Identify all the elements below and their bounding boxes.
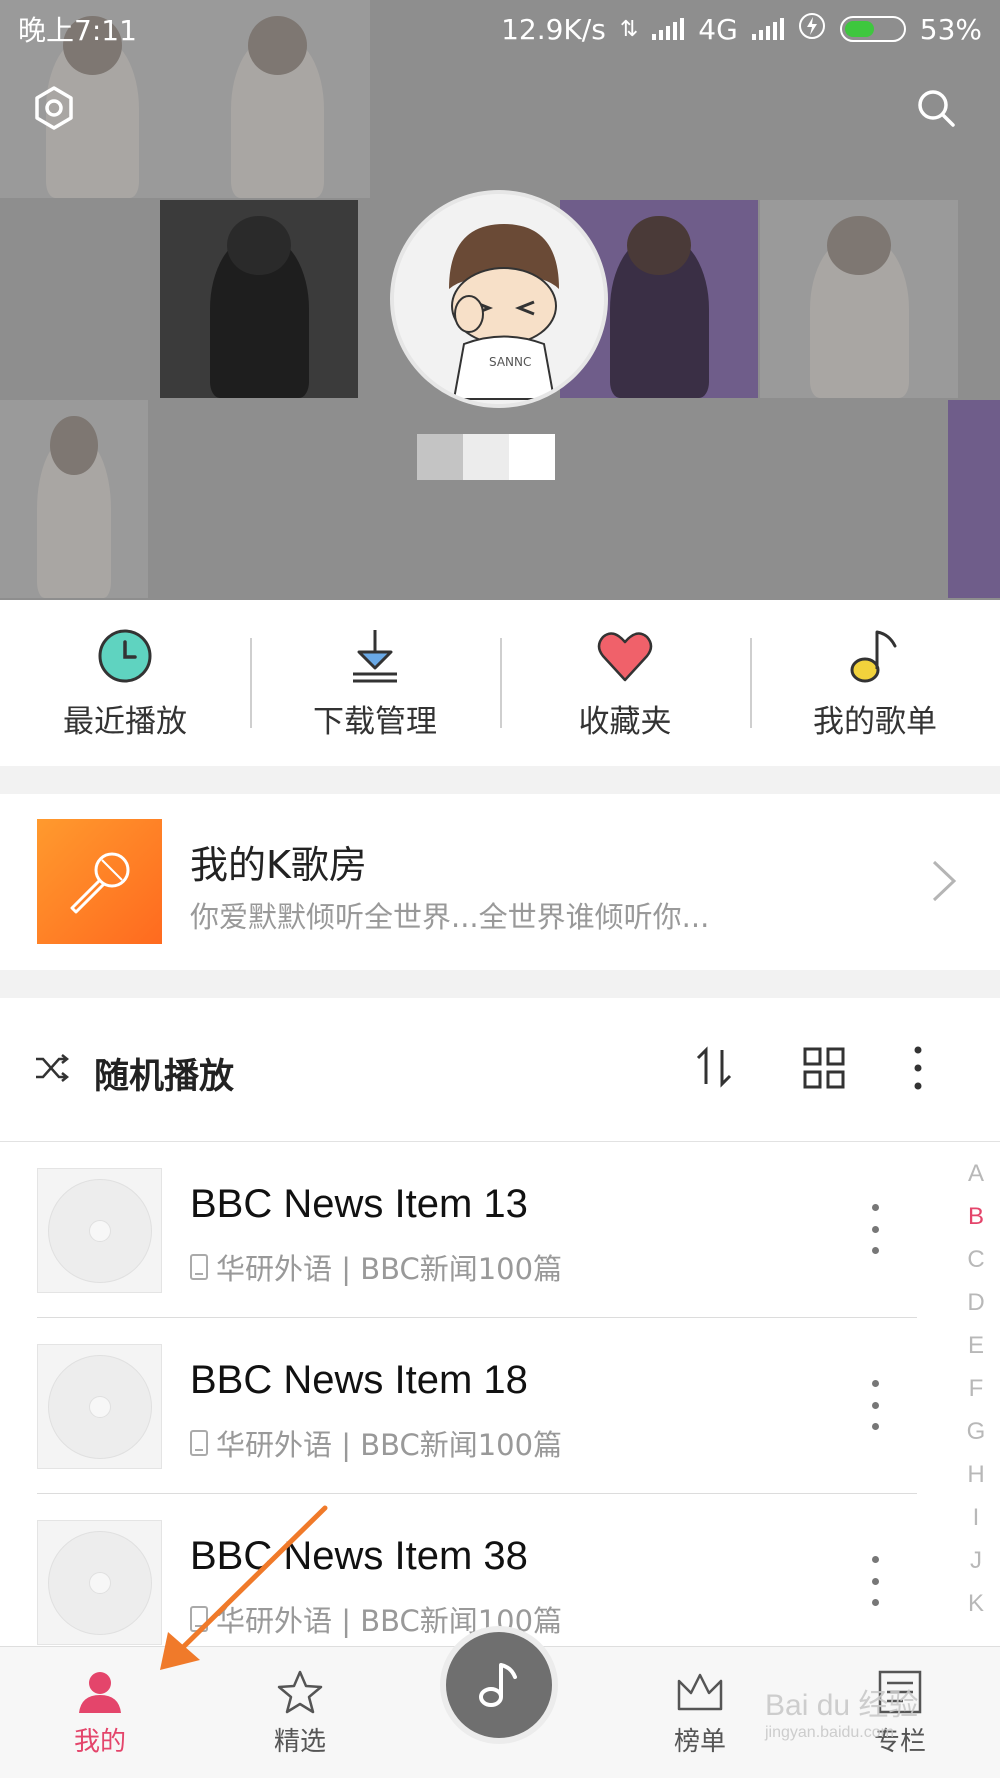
more-options-button[interactable]	[894, 1044, 942, 1092]
alphabet-index-letter[interactable]: H	[958, 1461, 994, 1504]
settings-button[interactable]	[26, 80, 82, 136]
song-cover	[37, 1344, 162, 1469]
watermark: Bai du 经验 jingyan.baidu.com	[765, 1680, 918, 1742]
local-file-icon	[190, 1606, 208, 1632]
song-row[interactable]: BBC News Item 13 华研外语 | BBC新闻100篇	[37, 1142, 917, 1318]
alphabet-index[interactable]: ABCDEFGHIJK	[958, 1160, 994, 1633]
chevron-right-icon	[932, 860, 957, 902]
watermark-url: jingyan.baidu.com	[765, 1724, 894, 1741]
network-type: 4G	[698, 12, 738, 46]
background-photo-tile	[160, 200, 358, 398]
heart-icon	[597, 631, 653, 681]
signal-icon	[751, 18, 784, 40]
quick-actions: 最近播放 下载管理 收藏夹 我的歌单	[0, 600, 1000, 766]
charging-icon	[798, 12, 826, 47]
signal-icon	[652, 18, 685, 40]
background-photo-tile	[948, 400, 1000, 598]
karaoke-thumbnail	[37, 819, 162, 944]
username-redacted	[417, 434, 555, 480]
song-meta: 华研外语 | BBC新闻100篇	[190, 1246, 562, 1288]
local-file-icon	[190, 1430, 208, 1456]
alphabet-index-letter[interactable]: E	[958, 1332, 994, 1375]
nav-mine[interactable]: 我的	[0, 1647, 200, 1778]
karaoke-title: 我的K歌房	[190, 843, 367, 887]
microphone-icon	[70, 852, 129, 913]
karaoke-room-card[interactable]: 我的K歌房 你爱默默倾听全世界...全世界谁倾听你...	[0, 794, 1000, 970]
clock-icon	[98, 629, 152, 682]
cartoon-avatar-icon: SANNC	[394, 194, 604, 404]
status-time: 晚上7:11	[18, 14, 137, 47]
music-note-icon	[479, 1663, 517, 1707]
alphabet-index-letter[interactable]: K	[958, 1590, 994, 1633]
song-title: BBC News Item 38	[190, 1534, 528, 1578]
star-icon	[277, 1670, 323, 1713]
quick-action-label: 收藏夹	[578, 703, 672, 740]
song-title: BBC News Item 13	[190, 1182, 528, 1226]
alphabet-index-letter[interactable]: I	[958, 1504, 994, 1547]
music-note-icon	[850, 630, 897, 682]
avatar[interactable]: SANNC	[390, 190, 608, 408]
status-bar: 晚上7:11 12.9K/s ⇅ 4G 53%	[0, 0, 1000, 58]
song-more-button[interactable]	[865, 1380, 885, 1430]
settings-hexagon-icon	[35, 86, 73, 130]
alphabet-index-letter[interactable]: A	[958, 1160, 994, 1203]
battery-icon	[839, 16, 906, 42]
quick-action-label: 最近播放	[63, 703, 187, 740]
song-artist-album: 华研外语 | BBC新闻100篇	[216, 1252, 563, 1286]
my-playlists-button[interactable]: 我的歌单	[750, 600, 1000, 766]
alphabet-index-letter[interactable]: C	[958, 1246, 994, 1289]
shuffle-icon[interactable]	[34, 1050, 70, 1086]
nav-label: 榜单	[673, 1726, 726, 1757]
alphabet-index-letter[interactable]: B	[958, 1203, 994, 1246]
song-cover	[37, 1168, 162, 1293]
search-icon	[918, 90, 955, 127]
network-speed: 12.9K/s	[501, 12, 606, 46]
disc-icon	[47, 1178, 152, 1283]
quick-action-label: 我的歌单	[813, 703, 937, 740]
grid-view-button[interactable]	[800, 1044, 848, 1092]
nav-featured[interactable]: 精选	[200, 1647, 400, 1778]
background-photo-tile	[760, 200, 958, 398]
sort-icon	[696, 1046, 732, 1088]
karaoke-subtitle: 你爱默默倾听全世界...全世界谁倾听你...	[190, 900, 710, 934]
watermark-brand: Bai du 经验	[765, 1689, 919, 1722]
data-transfer-icon: ⇅	[619, 16, 639, 42]
nav-label: 精选	[273, 1726, 326, 1757]
grid-icon	[803, 1047, 845, 1089]
favorites-button[interactable]: 收藏夹	[500, 600, 750, 766]
quick-action-label: 下载管理	[313, 703, 437, 740]
song-title: BBC News Item 18	[190, 1358, 528, 1402]
more-vertical-icon	[914, 1046, 922, 1090]
song-cover	[37, 1520, 162, 1645]
alphabet-index-letter[interactable]: J	[958, 1547, 994, 1590]
svg-text:SANNC: SANNC	[489, 355, 531, 369]
disc-icon	[47, 1530, 152, 1635]
song-meta: 华研外语 | BBC新闻100篇	[190, 1422, 562, 1464]
local-file-icon	[190, 1254, 208, 1280]
battery-percent: 53%	[919, 12, 982, 46]
song-row[interactable]: BBC News Item 18 华研外语 | BBC新闻100篇	[37, 1318, 917, 1494]
alphabet-index-letter[interactable]: F	[958, 1375, 994, 1418]
search-button[interactable]	[908, 80, 964, 136]
alphabet-index-letter[interactable]: D	[958, 1289, 994, 1332]
alphabet-index-letter[interactable]: G	[958, 1418, 994, 1461]
nav-label: 我的	[73, 1726, 126, 1757]
crown-icon	[677, 1673, 723, 1710]
download-icon	[353, 629, 397, 682]
now-playing-button[interactable]	[440, 1626, 558, 1744]
song-more-button[interactable]	[865, 1204, 885, 1254]
shuffle-play-button[interactable]: 随机播放	[94, 1048, 234, 1099]
background-photo-tile	[0, 400, 148, 598]
song-artist-album: 华研外语 | BBC新闻100篇	[216, 1428, 563, 1462]
person-icon	[79, 1671, 121, 1713]
sort-button[interactable]	[690, 1044, 738, 1092]
song-more-button[interactable]	[865, 1556, 885, 1606]
recent-play-button[interactable]: 最近播放	[0, 600, 250, 766]
profile-header: 晚上7:11 12.9K/s ⇅ 4G 53% SANNC	[0, 0, 1000, 600]
download-manager-button[interactable]: 下载管理	[250, 600, 500, 766]
disc-icon	[47, 1354, 152, 1459]
song-list-toolbar: 随机播放	[0, 998, 1000, 1142]
